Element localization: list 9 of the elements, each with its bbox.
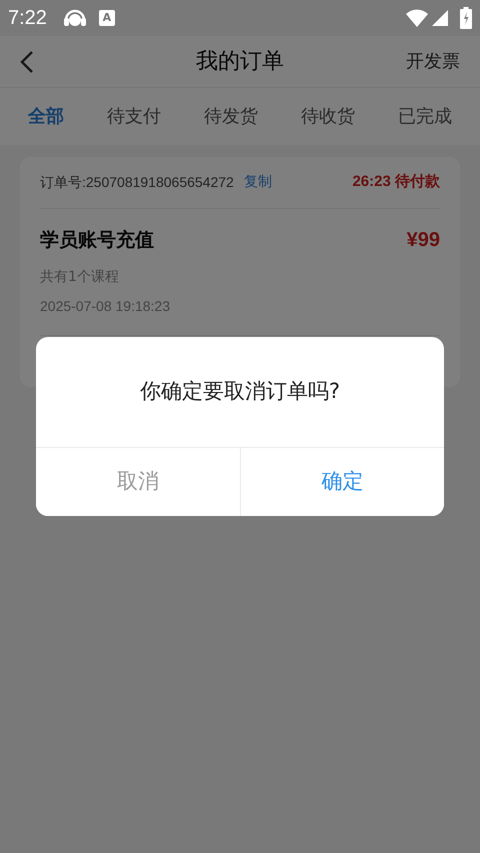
- page-title: 我的订单: [196, 48, 284, 76]
- order-title: 学员账号充值: [40, 228, 154, 253]
- status-time: 7:22: [8, 6, 47, 31]
- course-count: 共有1个课程: [40, 268, 120, 287]
- order-status: 26:23 待付款: [352, 172, 440, 192]
- notification-icon: A: [98, 10, 115, 26]
- order-number: 订单号:2507081918065654272: [40, 173, 234, 192]
- order-price: ¥99: [406, 228, 440, 253]
- order-date: 2025-07-08 19:18:23: [40, 297, 171, 316]
